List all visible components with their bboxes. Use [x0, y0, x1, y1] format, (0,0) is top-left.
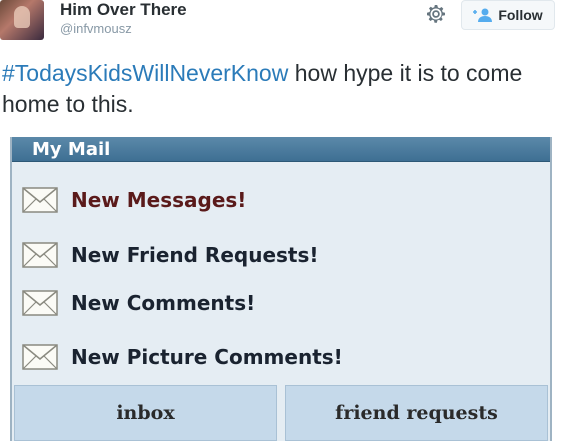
display-name[interactable]: Him Over There: [60, 0, 187, 20]
mail-item-new-picture-comments[interactable]: New Picture Comments!: [22, 342, 343, 372]
mail-title: My Mail: [32, 138, 111, 160]
envelope-icon: [22, 344, 58, 370]
friend-requests-button[interactable]: friend requests: [285, 385, 548, 441]
user-handle[interactable]: @infvmousz: [60, 21, 132, 36]
inbox-button[interactable]: inbox: [14, 385, 277, 441]
hashtag-link[interactable]: #TodaysKidsWillNeverKnow: [2, 60, 288, 86]
gear-icon[interactable]: [424, 2, 448, 26]
add-user-icon: [473, 8, 493, 22]
avatar[interactable]: [0, 0, 44, 40]
mail-item-label: New Friend Requests!: [71, 243, 319, 267]
follow-button[interactable]: Follow: [461, 0, 555, 30]
mail-item-new-friend-requests[interactable]: New Friend Requests!: [22, 240, 319, 270]
my-mail-widget: My Mail New Messages! New Friend Request…: [10, 137, 552, 441]
mail-item-new-comments[interactable]: New Comments!: [22, 288, 255, 318]
envelope-icon: [22, 290, 58, 316]
envelope-icon: [22, 242, 58, 268]
mail-item-label: New Picture Comments!: [71, 345, 343, 369]
envelope-icon: [22, 187, 58, 213]
mail-buttons: inbox friend requests: [12, 385, 550, 441]
mail-item-new-messages[interactable]: New Messages!: [22, 185, 246, 215]
mail-header: My Mail: [12, 137, 550, 162]
mail-item-label: New Messages!: [71, 188, 247, 212]
mail-item-label: New Comments!: [71, 291, 256, 315]
follow-label: Follow: [498, 7, 543, 23]
tweet-text: #TodaysKidsWillNeverKnow how hype it is …: [2, 58, 558, 120]
